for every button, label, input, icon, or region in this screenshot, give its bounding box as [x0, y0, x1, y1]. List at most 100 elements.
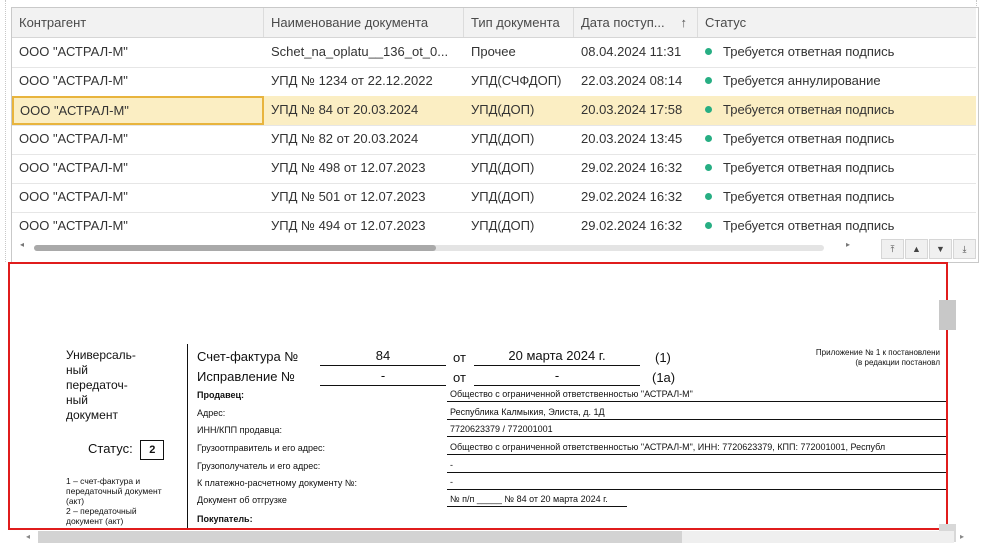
status-dot-icon: [705, 193, 712, 200]
field-value: Общество с ограниченной ответственностью…: [450, 442, 886, 452]
cell-counterparty: ООО "АСТРАЛ-М": [19, 73, 128, 88]
status-dot-icon: [705, 135, 712, 142]
table-header: Контрагент Наименование документа Тип до…: [12, 8, 976, 38]
cell-counterparty: ООО "АСТРАЛ-М": [19, 189, 128, 204]
cell-document-type: УПД(СЧФДОП): [471, 73, 562, 88]
underline: [447, 472, 946, 473]
status-text: Требуется ответная подпись: [723, 44, 895, 59]
underline: [474, 365, 640, 366]
table-row[interactable]: ООО "АСТРАЛ-М" УПД № 498 от 12.07.2023 У…: [12, 154, 976, 184]
scroll-right-icon[interactable]: ▸: [960, 532, 964, 541]
table-row[interactable]: ООО "АСТРАЛ-М" УПД № 494 от 12.07.2023 У…: [12, 212, 976, 241]
status-dot-icon: [705, 48, 712, 55]
cell-date: 29.02.2024 16:32: [581, 160, 683, 175]
column-header-document-name[interactable]: Наименование документа: [264, 8, 464, 37]
field-label: Адрес:: [197, 408, 226, 418]
scroll-right-icon[interactable]: ▸: [846, 240, 850, 249]
column-header-date[interactable]: Дата поступ... ↑: [574, 8, 698, 37]
status-dot-icon: [705, 106, 712, 113]
document-divider: [187, 344, 188, 528]
field-value: -: [450, 460, 453, 470]
table-row[interactable]: ООО "АСТРАЛ-М" Schet_na_oplatu__136_ot_0…: [12, 38, 976, 68]
document-preview[interactable]: Универсаль- ный передаточ- ный документ …: [8, 262, 948, 530]
column-header-label: Дата поступ...: [581, 15, 665, 30]
cell-document-name: УПД № 501 от 12.07.2023: [271, 189, 426, 204]
underline: [474, 385, 640, 386]
up-icon[interactable]: ▲: [905, 239, 928, 259]
table-horizontal-scrollbar[interactable]: ◂ ▸: [20, 240, 850, 251]
field-label: ИНН/КПП продавца:: [197, 425, 283, 435]
correction-label: Исправление №: [197, 369, 295, 384]
status-text: Требуется ответная подпись: [723, 218, 895, 233]
field-label: Документ об отгрузке: [197, 495, 287, 505]
field-value: № п/п _____ № 84 от 20 марта 2024 г.: [450, 494, 608, 504]
column-header-counterparty[interactable]: Контрагент: [12, 8, 264, 37]
invoice-ref: (1): [655, 350, 671, 365]
column-header-label: Тип документа: [471, 15, 560, 30]
underline: [447, 489, 946, 490]
cell-date: 29.02.2024 16:32: [581, 189, 683, 204]
cell-document-name: УПД № 84 от 20.03.2024: [271, 102, 419, 117]
sort-ascending-icon: ↑: [680, 15, 688, 30]
cell-document-type: УПД(ДОП): [471, 218, 535, 233]
cell-status: Требуется ответная подпись: [698, 154, 976, 183]
table-row[interactable]: ООО "АСТРАЛ-М" УПД № 501 от 12.07.2023 У…: [12, 183, 976, 213]
cell-counterparty[interactable]: ООО "АСТРАЛ-М": [12, 96, 264, 125]
cell-date: 20.03.2024 13:45: [581, 131, 683, 146]
status-dot-icon: [705, 164, 712, 171]
field-label: Покупатель:: [197, 514, 253, 524]
document-status: Статус: 2: [88, 440, 165, 460]
annex-line: (в редакции постановл: [855, 358, 940, 367]
cell-document-name: УПД № 498 от 12.07.2023: [271, 160, 426, 175]
preview-vertical-scrollbar-thumb[interactable]: [939, 300, 956, 330]
field-value: -: [450, 477, 453, 487]
cell-document-type: УПД(ДОП): [471, 189, 535, 204]
column-header-document-type[interactable]: Тип документа: [464, 8, 574, 37]
scroll-left-icon[interactable]: ◂: [20, 240, 24, 249]
scrollbar-thumb[interactable]: [34, 245, 436, 251]
table-row-selected[interactable]: ООО "АСТРАЛ-М" УПД № 84 от 20.03.2024 УП…: [12, 96, 976, 126]
table-row[interactable]: ООО "АСТРАЛ-М" УПД № 82 от 20.03.2024 УП…: [12, 125, 976, 155]
column-header-label: Наименование документа: [271, 15, 429, 30]
scroll-left-icon[interactable]: ◂: [26, 532, 30, 541]
status-dot-icon: [705, 77, 712, 84]
column-header-label: Контрагент: [19, 15, 87, 30]
column-header-label: Статус: [705, 15, 747, 30]
cell-document-type: Прочее: [471, 44, 516, 59]
status-text: Требуется аннулирование: [723, 73, 881, 88]
panel-border-left: [5, 0, 6, 262]
underline: [447, 454, 946, 455]
table-navigation: ⤒ ▲ ▼ ⤓: [881, 239, 976, 261]
status-text: Требуется ответная подпись: [723, 102, 895, 117]
cell-counterparty: ООО "АСТРАЛ-М": [19, 44, 128, 59]
correction-number: -: [380, 368, 386, 383]
status-text: Требуется ответная подпись: [723, 160, 895, 175]
field-label: Грузоотправитель и его адрес:: [197, 443, 325, 453]
last-icon[interactable]: ⤓: [953, 239, 976, 259]
preview-horizontal-scrollbar[interactable]: ◂ ▸: [20, 531, 964, 543]
document-kind-title: Универсаль- ный передаточ- ный документ: [66, 348, 136, 422]
down-icon[interactable]: ▼: [929, 239, 952, 259]
status-text: Требуется ответная подпись: [723, 189, 895, 204]
underline: [320, 365, 446, 366]
cell-counterparty: ООО "АСТРАЛ-М": [19, 131, 128, 146]
cell-document-type: УПД(ДОП): [471, 131, 535, 146]
documents-table: Контрагент Наименование документа Тип до…: [11, 7, 979, 263]
status-legend: 1 – счет-фактура и передаточный документ…: [66, 476, 162, 526]
scrollbar-thumb[interactable]: [38, 531, 682, 543]
cell-status: Требуется ответная подпись: [698, 125, 976, 154]
cell-counterparty: ООО "АСТРАЛ-М": [19, 160, 128, 175]
cell-document-name: УПД № 494 от 12.07.2023: [271, 218, 426, 233]
status-dot-icon: [705, 222, 712, 229]
column-header-status[interactable]: Статус: [698, 8, 976, 37]
field-value: Общество с ограниченной ответственностью…: [450, 389, 693, 399]
status-text: Требуется ответная подпись: [723, 131, 895, 146]
correction-date: -: [554, 368, 560, 383]
field-label: Продавец:: [197, 390, 245, 400]
cell-status: Требуется ответная подпись: [698, 38, 976, 67]
table-row[interactable]: ООО "АСТРАЛ-М" УПД № 1234 от 22.12.2022 …: [12, 67, 976, 97]
cell-document-type: УПД(ДОП): [471, 160, 535, 175]
cell-date: 20.03.2024 17:58: [581, 102, 683, 117]
cell-document-name: Schet_na_oplatu__136_ot_0...: [271, 44, 449, 59]
first-icon[interactable]: ⤒: [881, 239, 904, 259]
